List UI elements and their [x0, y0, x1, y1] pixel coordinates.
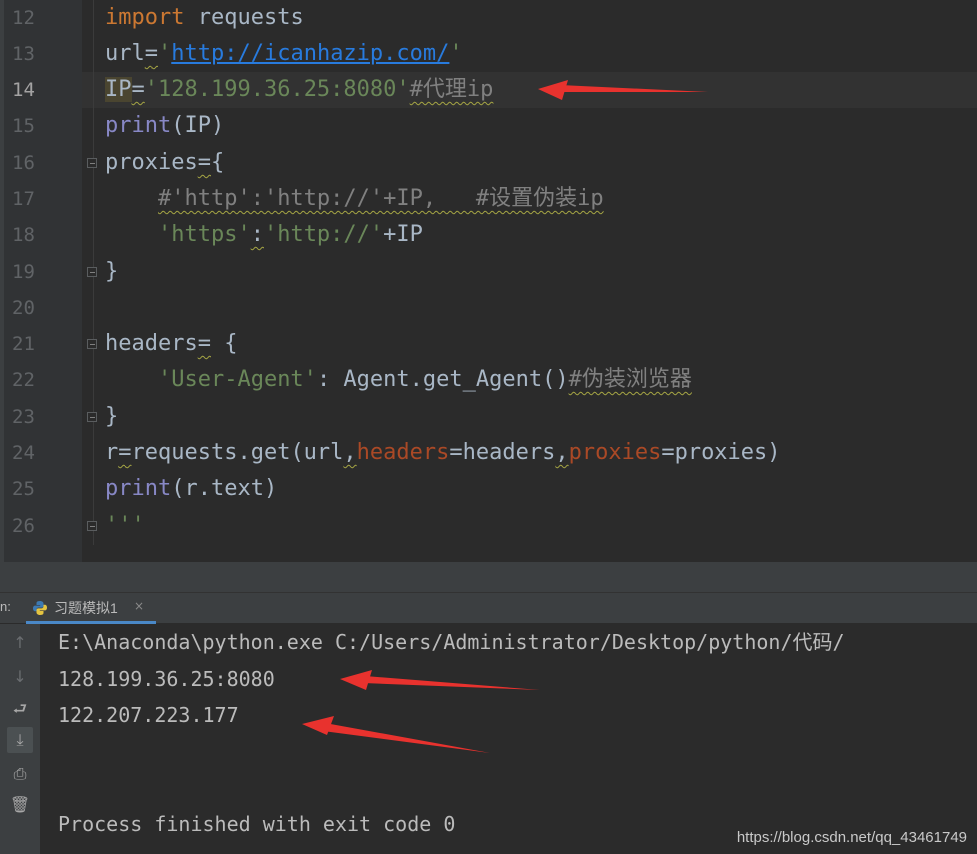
line-number: 15	[12, 108, 52, 144]
line-number: 17	[12, 181, 52, 217]
line-number: 20	[12, 290, 52, 326]
url-string-link[interactable]: http://icanhazip.com/	[171, 41, 449, 66]
code-line-21[interactable]: headers= {	[105, 326, 237, 362]
soft-wrap-icon[interactable]: ⮐	[7, 696, 33, 722]
variable-headers: headers	[105, 331, 198, 356]
line-number: 24	[12, 435, 52, 471]
code-line-25[interactable]: print(r.text)	[105, 471, 277, 507]
console-line-command: E:\Anaconda\python.exe C:/Users/Administ…	[58, 627, 845, 657]
line-number-active: 14	[12, 72, 52, 108]
code-line-26[interactable]: '''	[105, 508, 145, 544]
python-icon	[32, 600, 48, 616]
comment-http-disguise: #'http':'http://'+IP, #设置伪装ip	[158, 186, 604, 211]
variable-url: url	[105, 41, 145, 66]
run-tab-bar: n: 习题模拟1 ×	[0, 592, 977, 624]
docstring-quotes: '''	[105, 513, 145, 538]
line-number: 13	[12, 36, 52, 72]
arrow-down-icon[interactable]: ↓	[7, 664, 33, 690]
console-line-exit-code: Process finished with exit code 0	[58, 809, 455, 839]
code-text: {	[211, 331, 238, 356]
operator-equals: =	[198, 150, 211, 175]
param-headers: headers	[357, 440, 450, 465]
code-line-18[interactable]: 'https':'http://'+IP	[105, 217, 423, 253]
code-line-17[interactable]: #'http':'http://'+IP, #设置伪装ip	[105, 181, 604, 217]
code-text: (IP)	[171, 113, 224, 138]
key-user-agent: 'User-Agent'	[158, 367, 317, 392]
code-line-23[interactable]: }	[105, 399, 118, 435]
key-https: 'https'	[158, 222, 251, 247]
print-icon[interactable]: ⎙	[7, 761, 33, 787]
line-number: 12	[12, 0, 52, 36]
code-line-22[interactable]: 'User-Agent': Agent.get_Agent()#伪装浏览器	[105, 362, 692, 398]
code-line-14[interactable]: IP='128.199.36.25:8080'#代理ip	[105, 72, 493, 108]
code-text: =headers	[449, 440, 555, 465]
line-number: 21	[12, 326, 52, 362]
line-number: 19	[12, 254, 52, 290]
run-tab[interactable]: 习题模拟1 ×	[26, 593, 156, 624]
watermark: https://blog.csdn.net/qq_43461749	[737, 829, 967, 846]
line-number: 23	[12, 399, 52, 435]
string-quote: '	[449, 41, 462, 66]
line-number: 18	[12, 217, 52, 253]
run-toolstrip: ↑ ↓ ⮐ ⤓ ⎙ 🗑	[0, 624, 40, 854]
console-line-proxy-ip: 128.199.36.25:8080	[58, 664, 275, 694]
builtin-print: print	[105, 476, 171, 501]
operator-equals: =	[132, 77, 145, 102]
brace-close: }	[105, 404, 118, 429]
string-quote: '	[158, 41, 171, 66]
operator-equals: =	[145, 41, 158, 66]
fold-marker-icon[interactable]	[87, 412, 97, 422]
code-text: : Agent.get_Agent()	[317, 367, 569, 392]
run-console-output[interactable]: E:\Anaconda\python.exe C:/Users/Administ…	[40, 624, 977, 854]
close-icon[interactable]: ×	[134, 599, 144, 613]
comment-proxy-ip: #代理ip	[410, 77, 494, 102]
ip-string: '128.199.36.25:8080'	[145, 77, 410, 102]
fold-marker-icon[interactable]	[87, 521, 97, 531]
code-text: (r.text)	[171, 476, 277, 501]
code-line-16[interactable]: proxies={	[105, 145, 224, 181]
fold-marker-icon[interactable]	[87, 267, 97, 277]
variable-ip: IP	[105, 77, 132, 102]
code-text: =proxies)	[661, 440, 780, 465]
code-line-12[interactable]: import requests	[105, 0, 304, 36]
code-line-13[interactable]: url='http://icanhazip.com/'	[105, 36, 463, 72]
line-number: 22	[12, 362, 52, 398]
colon: :	[251, 222, 264, 247]
fold-marker-icon[interactable]	[87, 158, 97, 168]
builtin-print: print	[105, 113, 171, 138]
operator-equals: =	[198, 331, 211, 356]
variable-proxies: proxies	[105, 150, 198, 175]
run-tab-label: 习题模拟1	[54, 598, 118, 618]
arrow-up-icon[interactable]: ↑	[7, 630, 33, 656]
scroll-to-end-icon[interactable]: ⤓	[7, 727, 33, 753]
code-text: +IP	[383, 222, 423, 247]
code-text: requests.get(url	[132, 440, 344, 465]
line-number-gutter: 12 13 14 15 16 17 18 19 20 21 22 23 24 2…	[0, 0, 82, 562]
brace-open: {	[211, 150, 224, 175]
code-line-19[interactable]: }	[105, 254, 118, 290]
panel-divider[interactable]	[0, 562, 977, 592]
variable-r: r	[105, 440, 118, 465]
operator-equals: =	[118, 440, 131, 465]
code-line-15[interactable]: print(IP)	[105, 108, 224, 144]
value-http-prefix: 'http://'	[264, 222, 383, 247]
comma: ,	[343, 440, 356, 465]
fold-marker-icon[interactable]	[87, 339, 97, 349]
comma: ,	[555, 440, 568, 465]
trash-icon[interactable]: 🗑	[7, 792, 33, 818]
comment-disguise-browser: #伪装浏览器	[569, 367, 692, 392]
param-proxies: proxies	[569, 440, 662, 465]
gutter-left-bar	[0, 0, 4, 562]
code-line-24[interactable]: r=requests.get(url,headers=headers,proxi…	[105, 435, 781, 471]
brace-close: }	[105, 259, 118, 284]
line-number: 16	[12, 145, 52, 181]
code-text: requests	[184, 5, 303, 30]
code-editor[interactable]: 12 13 14 15 16 17 18 19 20 21 22 23 24 2…	[0, 0, 977, 562]
line-number: 26	[12, 508, 52, 544]
keyword-import: import	[105, 5, 184, 30]
line-number: 25	[12, 471, 52, 507]
run-panel-prefix: n:	[0, 599, 11, 614]
console-line-response-ip: 122.207.223.177	[58, 700, 239, 730]
